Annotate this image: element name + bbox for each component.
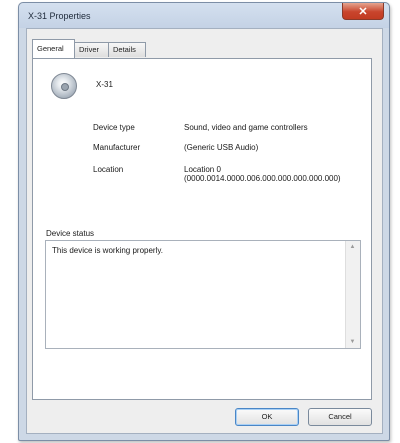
- speaker-icon: [51, 73, 77, 99]
- device-status-text: This device is working properly.: [52, 246, 164, 255]
- scroll-down-arrow-icon[interactable]: ▼: [348, 339, 357, 345]
- scroll-up-arrow-icon[interactable]: ▲: [348, 244, 357, 250]
- close-button[interactable]: ✕: [342, 3, 384, 20]
- general-tab-panel: X-31 Device type Sound, video and game c…: [32, 58, 372, 400]
- location-value: Location 0: [184, 165, 221, 174]
- status-scrollbar[interactable]: ▲ ▼: [345, 241, 360, 348]
- window-title: X-31 Properties: [28, 11, 91, 21]
- location-label: Location: [93, 165, 124, 174]
- device-status-label: Device status: [46, 229, 95, 238]
- title-bar[interactable]: X-31 Properties ✕: [19, 3, 389, 28]
- ok-button[interactable]: OK: [235, 408, 299, 426]
- device-type-label: Device type: [93, 123, 135, 132]
- tab-general[interactable]: General: [32, 39, 75, 58]
- manufacturer-label: Manufacturer: [93, 143, 141, 152]
- device-name: X-31: [96, 80, 113, 89]
- properties-window: X-31 Properties ✕ General Driver Details…: [18, 2, 390, 441]
- device-type-value: Sound, video and game controllers: [184, 123, 308, 132]
- tab-driver[interactable]: Driver: [74, 42, 109, 57]
- device-status-box[interactable]: This device is working properly. ▲ ▼: [45, 240, 361, 349]
- tab-details[interactable]: Details: [108, 42, 146, 57]
- cancel-button[interactable]: Cancel: [308, 408, 372, 426]
- manufacturer-value: (Generic USB Audio): [184, 143, 259, 152]
- close-icon: ✕: [358, 5, 368, 18]
- dialog-body: General Driver Details X-31 Device type …: [26, 28, 383, 434]
- location-path-value: (0000.0014.0000.006.000.000.000.000.000): [184, 174, 341, 183]
